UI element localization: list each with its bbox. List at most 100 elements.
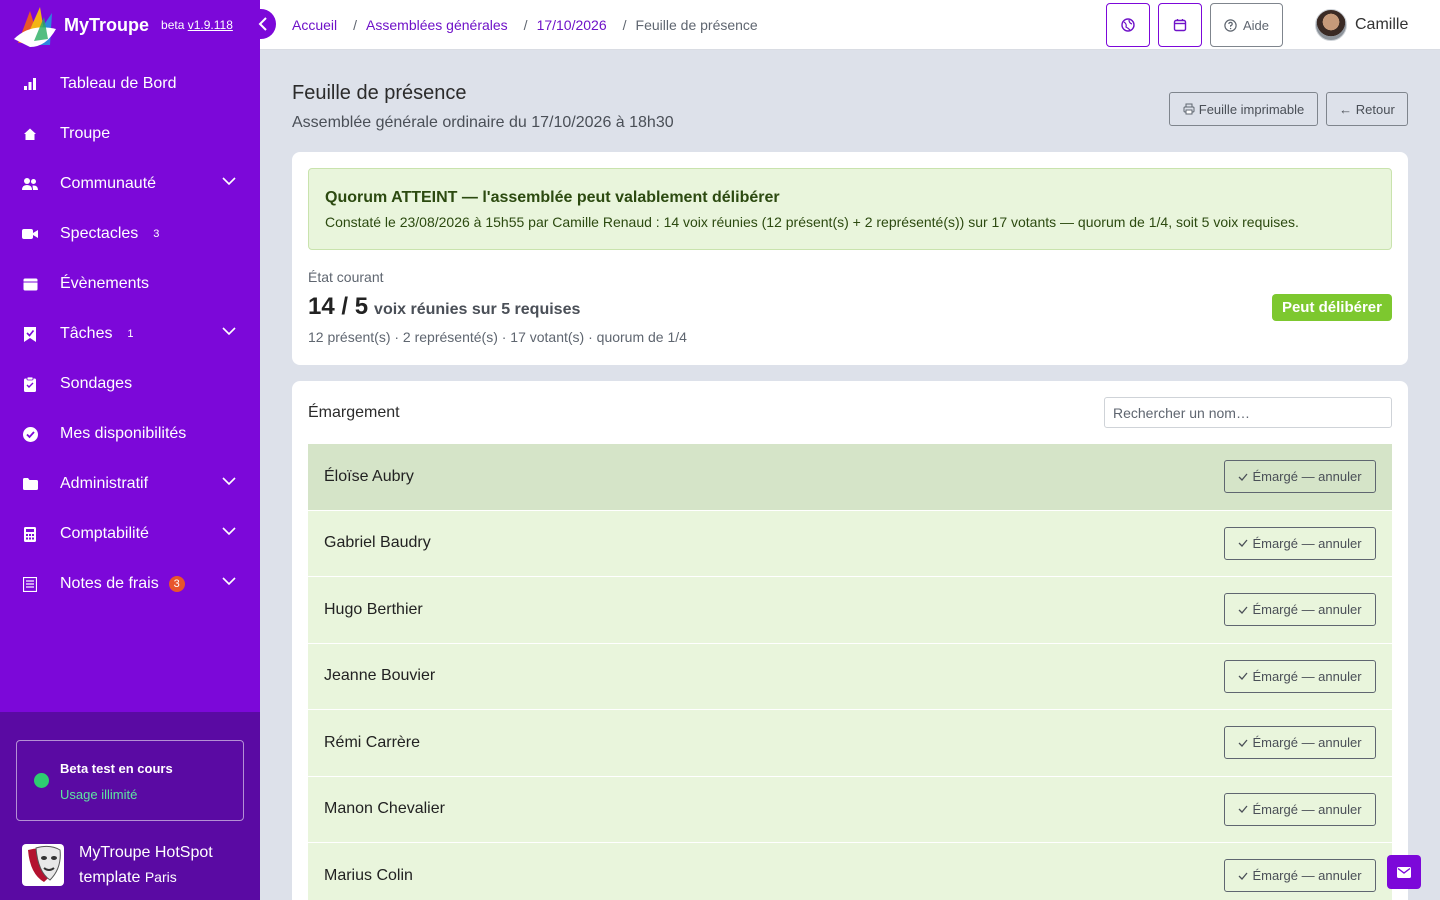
- unsign-button[interactable]: Émargé — annuler: [1224, 460, 1376, 493]
- check-icon: [1238, 606, 1248, 614]
- sidebar: MyTroupe beta v1.9.118 Tableau de Bord Tr…: [0, 0, 260, 900]
- print-sheet-button[interactable]: Feuille imprimable: [1169, 92, 1318, 126]
- sidebar-item-label: Notes de frais: [60, 575, 159, 592]
- signing-card: Émargement Éloïse AubryÉmargé — annulerG…: [292, 381, 1408, 900]
- breadcrumb-home[interactable]: Accueil: [292, 17, 337, 33]
- video-camera-icon: [22, 226, 38, 242]
- sidebar-item-label: Administratif: [60, 475, 149, 492]
- table-row: Gabriel Baudry Émargé — annuler: [308, 510, 1392, 577]
- beta-subtitle: Usage illimité: [60, 787, 138, 802]
- table-row: Jeanne Bouvier Émargé — annuler: [308, 643, 1392, 710]
- unsign-label: Émargé — annuler: [1252, 469, 1362, 484]
- count-badge: 3: [168, 576, 185, 592]
- table-row: Hugo Berthier Émargé — annuler: [308, 577, 1392, 644]
- breadcrumb-assemblies[interactable]: Assemblées générales: [366, 17, 508, 33]
- calculator-icon: [22, 526, 38, 542]
- print-label: Feuille imprimable: [1198, 101, 1305, 117]
- signing-title: Émargement: [308, 404, 400, 421]
- unsign-button[interactable]: Émargé — annuler: [1224, 792, 1376, 826]
- sidebar-item-label: Tâches: [60, 325, 113, 342]
- version-link[interactable]: v1.9.118: [188, 18, 233, 32]
- sidebar-item-clipboard[interactable]: Sondages: [0, 359, 260, 409]
- user-name: Camille: [1355, 16, 1409, 33]
- sidebar-item-calendar[interactable]: Évènements: [0, 259, 260, 309]
- brand[interactable]: MyTroupe beta v1.9.118: [0, 0, 260, 50]
- unsign-button[interactable]: Émargé — annuler: [1224, 526, 1376, 560]
- sidebar-item-video-camera[interactable]: Spectacles 3: [0, 209, 260, 259]
- beta-card: Beta test en cours Usage illimité: [16, 740, 244, 821]
- check-icon: [1238, 473, 1248, 481]
- sidebar-item-label: Sondages: [60, 375, 133, 392]
- check-icon: [1238, 672, 1248, 680]
- globe-icon: [1121, 18, 1135, 32]
- back-label: ← Retour: [1339, 101, 1395, 117]
- sidebar-item-bookmark-check[interactable]: Tâches 1: [0, 309, 260, 359]
- member-name: Manon Chevalier: [324, 800, 445, 818]
- member-name: Rémi Carrère: [324, 733, 421, 751]
- beta-title: Beta test en cours: [60, 761, 173, 776]
- member-name: Gabriel Baudry: [324, 534, 431, 552]
- unsign-label: Émargé — annuler: [1252, 801, 1362, 817]
- unsign-button[interactable]: Émargé — annuler: [1224, 726, 1376, 759]
- sidebar-item-folder[interactable]: Administratif: [0, 459, 260, 509]
- sidebar-item-label: Spectacles: [60, 225, 139, 242]
- check-icon: [1238, 539, 1248, 547]
- unsign-label: Émargé — annuler: [1252, 535, 1362, 551]
- unsign-label: Émargé — annuler: [1252, 735, 1362, 750]
- breadcrumb-current: Feuille de présence: [635, 17, 758, 33]
- sidebar-item-users[interactable]: Communauté: [0, 159, 260, 209]
- back-button[interactable]: ← Retour: [1326, 92, 1408, 126]
- unsign-label: Émargé — annuler: [1252, 602, 1362, 617]
- table-row: Éloïse Aubry Émargé — annuler: [308, 444, 1392, 511]
- vote-count: 14 / 5: [308, 293, 369, 320]
- avatar: [1315, 9, 1347, 41]
- globe-button[interactable]: [1106, 3, 1150, 47]
- chevron-down-icon: [222, 177, 236, 186]
- unsign-button[interactable]: Émargé — annuler: [1224, 659, 1376, 693]
- sidebar-item-calculator[interactable]: Comptabilité: [0, 509, 260, 559]
- home-icon: [22, 126, 38, 142]
- quorum-alert-title: Quorum ATTEINT — l'assemblée peut valabl…: [325, 189, 780, 206]
- sidebar-item-home[interactable]: Troupe: [0, 109, 260, 159]
- chevron-down-icon: [222, 577, 236, 586]
- state-label: État courant: [308, 269, 384, 285]
- help-button[interactable]: Aide: [1210, 3, 1283, 47]
- check-icon: [1238, 872, 1248, 880]
- vote-count-suffix: voix réunies sur 5 requises: [374, 301, 581, 318]
- contact-button[interactable]: [1387, 855, 1421, 889]
- sidebar-item-bar-chart[interactable]: Tableau de Bord: [0, 59, 260, 109]
- quorum-alert: Quorum ATTEINT — l'assemblée peut valabl…: [308, 168, 1392, 250]
- member-name: Éloïse Aubry: [324, 467, 414, 485]
- member-name: Jeanne Bouvier: [324, 667, 436, 685]
- help-label: Aide: [1242, 17, 1270, 33]
- sidebar-footer: Beta test en cours Usage illimité MyTrou…: [0, 712, 260, 900]
- sidebar-item-receipt[interactable]: Notes de frais 3: [0, 559, 260, 609]
- quorum-alert-text: Constaté le 23/08/2026 à 15h55 par Camil…: [325, 214, 1299, 230]
- search-input[interactable]: [1104, 397, 1392, 428]
- chevron-down-icon: [222, 527, 236, 536]
- check-icon: [1238, 739, 1248, 747]
- status-badge: Peut délibérer: [1271, 294, 1392, 321]
- calendar-icon: [22, 276, 38, 292]
- unsign-button[interactable]: Émargé — annuler: [1224, 859, 1376, 892]
- sidebar-item-label: Comptabilité: [60, 525, 149, 542]
- calendar-button[interactable]: [1158, 3, 1202, 47]
- unsign-button[interactable]: Émargé — annuler: [1224, 593, 1376, 626]
- table-row: Rémi Carrère Émargé — annuler: [308, 710, 1392, 777]
- clipboard-icon: [22, 376, 38, 392]
- user-menu[interactable]: Camille: [1315, 9, 1408, 41]
- count-badge: 3: [153, 228, 160, 240]
- member-name: Hugo Berthier: [324, 600, 423, 618]
- brand-beta: beta v1.9.118: [161, 18, 233, 32]
- breadcrumb-date[interactable]: 17/10/2026: [537, 17, 607, 33]
- bar-chart-icon: [22, 76, 38, 92]
- printer-icon: [1183, 103, 1195, 115]
- sidebar-item-check-circle[interactable]: Mes disponibilités: [0, 409, 260, 459]
- breadcrumb: Accueil / Assemblées générales / 17/10/2…: [292, 17, 758, 33]
- page-title: Feuille de présence: [292, 82, 467, 104]
- attendance-list: Éloïse Aubry Émargé — annuler Gabriel Baud…: [308, 444, 1392, 900]
- brand-name: MyTroupe: [64, 14, 150, 35]
- state-detail: 12 présent(s) · 2 représenté(s) · 17 vot…: [308, 329, 687, 345]
- page-subtitle: Assemblée générale ordinaire du 17/10/20…: [292, 114, 674, 131]
- troupe-switcher[interactable]: MyTroupe HotSpot template Paris: [22, 840, 213, 890]
